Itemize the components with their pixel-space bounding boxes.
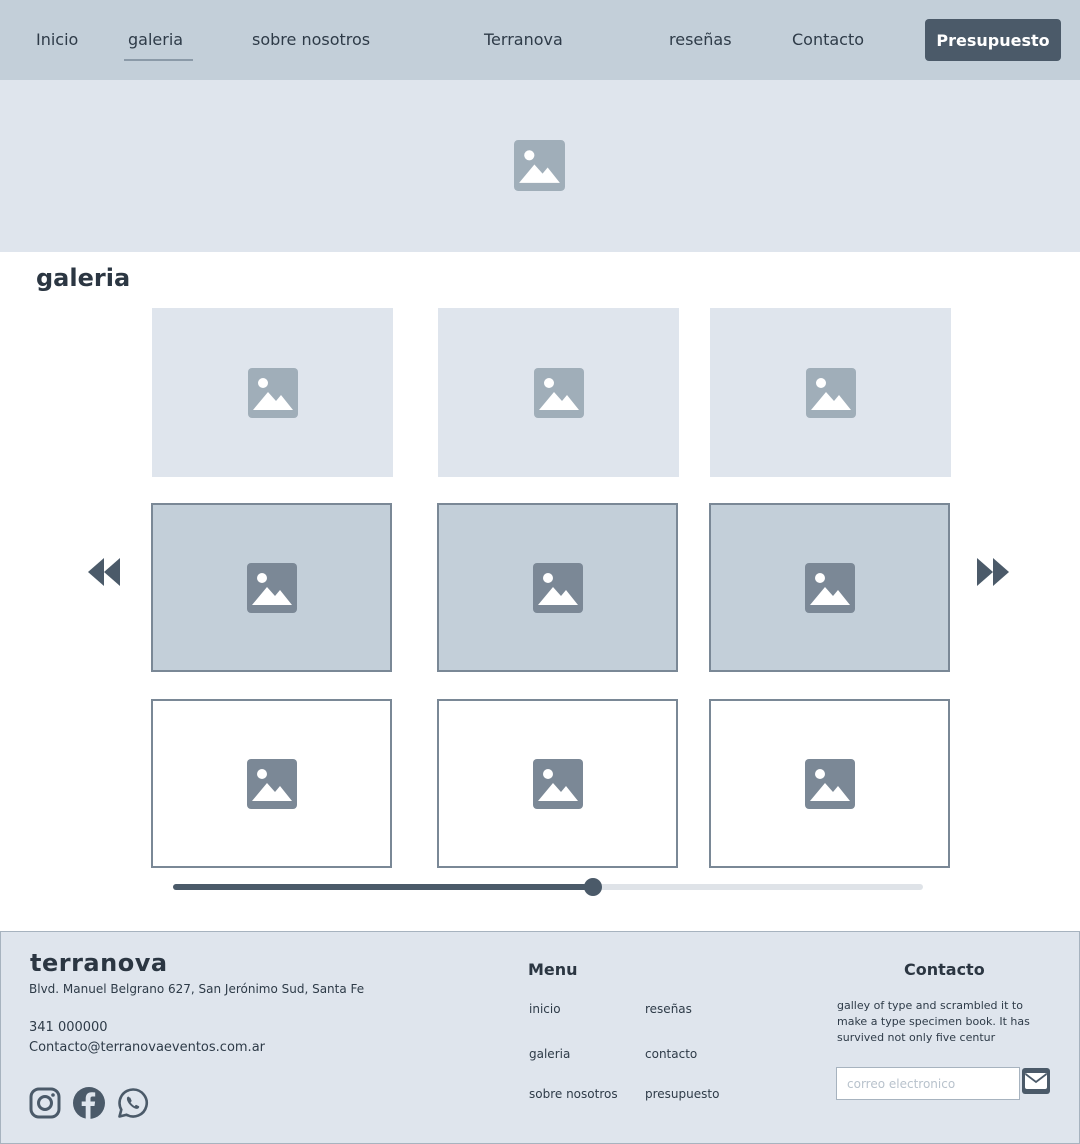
footer-link-contacto[interactable]: contacto	[645, 1047, 697, 1061]
footer-phone: 341 000000	[29, 1020, 108, 1035]
nav-item-sobre-nosotros[interactable]: sobre nosotros	[252, 30, 370, 49]
hero-banner	[0, 80, 1080, 252]
footer-link-inicio[interactable]: inicio	[529, 1002, 561, 1016]
send-email-button[interactable]	[1022, 1068, 1050, 1094]
nav-item-inicio[interactable]: Inicio	[36, 30, 78, 49]
gallery-tile[interactable]	[709, 699, 950, 868]
image-placeholder-icon	[246, 758, 297, 809]
facebook-icon[interactable]	[73, 1087, 105, 1119]
footer-link-sobre-nosotros[interactable]: sobre nosotros	[529, 1087, 618, 1101]
whatsapp-icon[interactable]	[117, 1087, 149, 1119]
image-placeholder-icon	[533, 367, 584, 418]
image-placeholder-icon	[805, 367, 856, 418]
nav-item-contacto[interactable]: Contacto	[792, 30, 864, 49]
footer-link-resenas[interactable]: reseñas	[645, 1002, 692, 1016]
slider-thumb[interactable]	[584, 878, 602, 896]
presupuesto-button[interactable]: Presupuesto	[925, 19, 1061, 61]
image-placeholder-icon	[246, 562, 297, 613]
fast-forward-icon[interactable]	[977, 558, 1009, 586]
gallery-tile[interactable]	[151, 699, 392, 868]
footer-contact-title: Contacto	[904, 960, 985, 979]
slider-fill	[173, 884, 593, 890]
nav-item-resenas[interactable]: reseñas	[669, 30, 732, 49]
footer-brand: terranova	[30, 949, 168, 977]
gallery-tile[interactable]	[709, 503, 950, 672]
gallery-slider[interactable]	[173, 878, 923, 896]
footer-contact-text: galley of type and scrambled it to make …	[837, 999, 1030, 1044]
newsletter-email-input[interactable]	[836, 1067, 1020, 1100]
footer: terranova Blvd. Manuel Belgrano 627, San…	[0, 931, 1080, 1144]
gallery-tile[interactable]	[437, 503, 678, 672]
image-placeholder-icon	[532, 758, 583, 809]
envelope-icon	[1024, 1073, 1048, 1089]
nav-item-terranova[interactable]: Terranova	[484, 30, 563, 49]
gallery-tile[interactable]	[710, 308, 951, 477]
image-placeholder-icon	[804, 562, 855, 613]
image-placeholder-icon	[514, 140, 565, 191]
instagram-icon[interactable]	[29, 1087, 61, 1119]
footer-address: Blvd. Manuel Belgrano 627, San Jerónimo …	[29, 982, 365, 996]
footer-menu-title: Menu	[528, 960, 578, 979]
gallery-title: galeria	[36, 264, 131, 292]
gallery-tile[interactable]	[151, 503, 392, 672]
top-nav: Inicio galeria sobre nosotros Terranova …	[0, 0, 1080, 80]
footer-link-presupuesto[interactable]: presupuesto	[645, 1087, 719, 1101]
gallery-tile[interactable]	[437, 699, 678, 868]
footer-email[interactable]: Contacto@terranovaeventos.com.ar	[29, 1040, 265, 1055]
image-placeholder-icon	[247, 367, 298, 418]
gallery-tile[interactable]	[152, 308, 393, 477]
image-placeholder-icon	[804, 758, 855, 809]
footer-link-galeria[interactable]: galeria	[529, 1047, 570, 1061]
rewind-icon[interactable]	[88, 558, 120, 586]
image-placeholder-icon	[532, 562, 583, 613]
gallery-tile[interactable]	[438, 308, 679, 477]
nav-item-galeria[interactable]: galeria	[123, 30, 194, 61]
